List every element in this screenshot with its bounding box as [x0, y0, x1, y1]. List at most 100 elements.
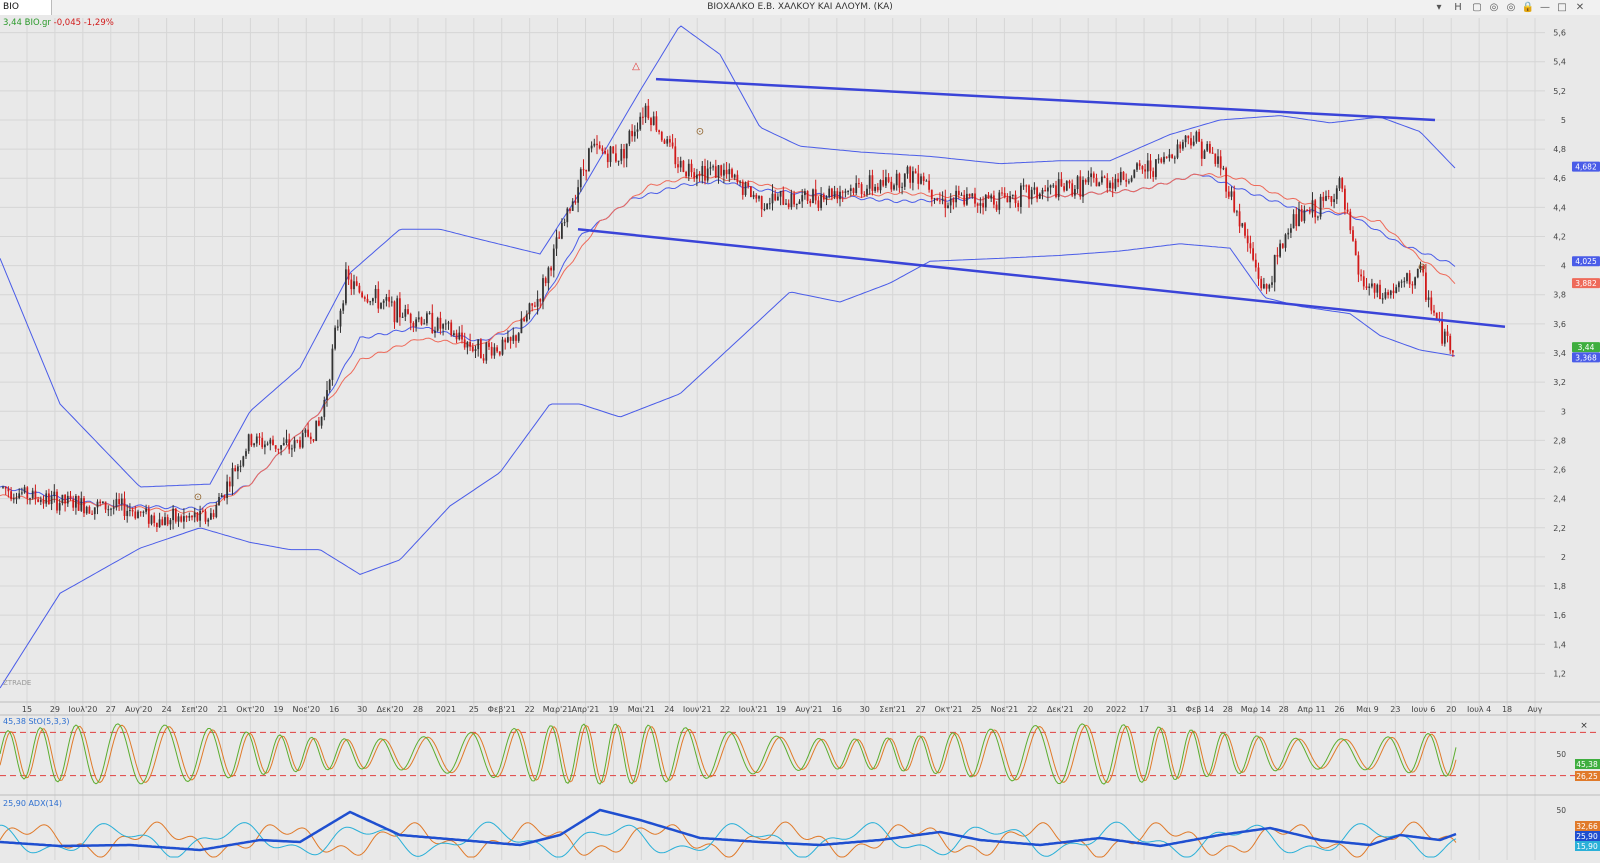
x-tick-label: 15 [22, 705, 32, 714]
candle-body [882, 180, 885, 186]
candle-body [207, 519, 210, 522]
candle-body [590, 145, 593, 149]
candle-body [247, 434, 250, 452]
candle-body [841, 191, 844, 193]
candle-body [887, 177, 890, 182]
candle-body [593, 143, 596, 146]
candle-body [677, 164, 679, 168]
candle-body [188, 515, 191, 518]
stoch-level-label: 50 [1556, 750, 1566, 759]
y-tick-label: 3,4 [1553, 349, 1566, 358]
candle-body [1252, 248, 1254, 260]
x-tick-label: 27 [106, 705, 116, 714]
candle-body [191, 515, 193, 518]
candle-body [682, 160, 685, 172]
y-tick-label: 4,6 [1553, 174, 1566, 183]
lock-icon[interactable]: 🔒 [1521, 0, 1535, 15]
candle-body [185, 516, 188, 518]
candle-body [498, 351, 501, 355]
minimize-button[interactable]: — [1538, 0, 1552, 15]
candle-body [166, 517, 169, 525]
y-tick-label: 1,4 [1553, 640, 1566, 649]
candle-body [539, 298, 542, 302]
price-label-text: 4,682 [1575, 163, 1597, 172]
x-tick-label: Απρ 11 [1298, 705, 1326, 714]
candle-body [1106, 177, 1109, 188]
stoch-value-text: 26,25 [1576, 772, 1598, 781]
candle-body [372, 298, 374, 302]
price-label-text: 4,025 [1575, 257, 1597, 266]
candle-body [326, 390, 328, 401]
candle-body [912, 171, 914, 183]
candle-body [606, 153, 609, 163]
candle-body [957, 190, 960, 196]
candle-body [102, 501, 104, 504]
candle-body [274, 445, 277, 449]
close-button[interactable]: ✕ [1573, 0, 1587, 15]
candle-body [131, 509, 134, 512]
candle-body [755, 194, 758, 199]
candle-body [1414, 277, 1416, 286]
x-tick-label: 20 [1446, 705, 1456, 714]
candle-body [787, 203, 790, 208]
candle-body [779, 190, 782, 197]
candle-body [299, 440, 301, 448]
candle-body [1217, 156, 1219, 164]
candle-body [725, 169, 728, 175]
candle-body [617, 160, 620, 162]
candle-body [1038, 193, 1041, 199]
candle-body [771, 193, 774, 204]
candle-body [1379, 284, 1381, 299]
x-tick-label: 16 [329, 705, 339, 714]
candle-body [504, 339, 507, 343]
candle-body [1165, 156, 1168, 158]
candle-body [1341, 178, 1344, 189]
candle-body [169, 520, 172, 525]
adx-level-label: 50 [1556, 806, 1566, 815]
candle-body [825, 196, 828, 200]
candle-body [855, 183, 858, 193]
candle-body [280, 445, 282, 450]
candle-body [129, 509, 131, 511]
candle-body [1427, 297, 1430, 300]
maximize-button[interactable]: □ [1555, 0, 1569, 15]
y-tick-label: 2,6 [1553, 466, 1566, 475]
candle-body [7, 488, 10, 492]
dropdown-icon[interactable]: ▾ [1432, 0, 1446, 15]
h-button[interactable]: H [1451, 0, 1465, 15]
candle-body [1222, 168, 1225, 170]
candle-body [866, 188, 868, 195]
candle-body [120, 498, 123, 505]
candle-body [936, 198, 939, 201]
x-tick-label: 16 [832, 705, 842, 714]
x-tick-label: Αυγ [1528, 705, 1543, 714]
layout-icon[interactable]: ▢ [1470, 0, 1484, 15]
candle-body [183, 516, 185, 522]
candle-body [952, 198, 955, 203]
x-tick-label: 30 [860, 705, 870, 714]
candle-body [1122, 171, 1125, 180]
y-tick-label: 5,4 [1553, 58, 1566, 67]
candle-body [1128, 181, 1130, 183]
chart-area[interactable]: △ ⊙ ⊙ ⊙ 5,6 5,4 5,2 5 4,8 4,6 4,4 4,2 4 3,8 3,6 3,4 3,2… [0, 15, 1600, 863]
stoch-value-text: 45,38 [1576, 760, 1598, 769]
candle-body [96, 501, 99, 508]
candle-body [180, 516, 183, 522]
candle-body [196, 512, 199, 521]
candle-body [1368, 286, 1371, 288]
candle-body [266, 443, 269, 445]
candle-body [982, 203, 984, 208]
y-tick-label: 4 [1561, 262, 1566, 271]
link-icon-2[interactable]: ◎ [1504, 0, 1518, 15]
link-icon[interactable]: ◎ [1487, 0, 1501, 15]
candle-body [34, 490, 37, 500]
candle-body [358, 285, 361, 293]
candle-body [941, 198, 944, 201]
candle-body [242, 456, 245, 466]
candle-body [1171, 154, 1173, 159]
candle-body [1157, 158, 1160, 160]
candle-body [1322, 196, 1325, 201]
candle-body [1082, 179, 1084, 197]
candle-body [1371, 283, 1373, 287]
candle-body [790, 193, 793, 208]
